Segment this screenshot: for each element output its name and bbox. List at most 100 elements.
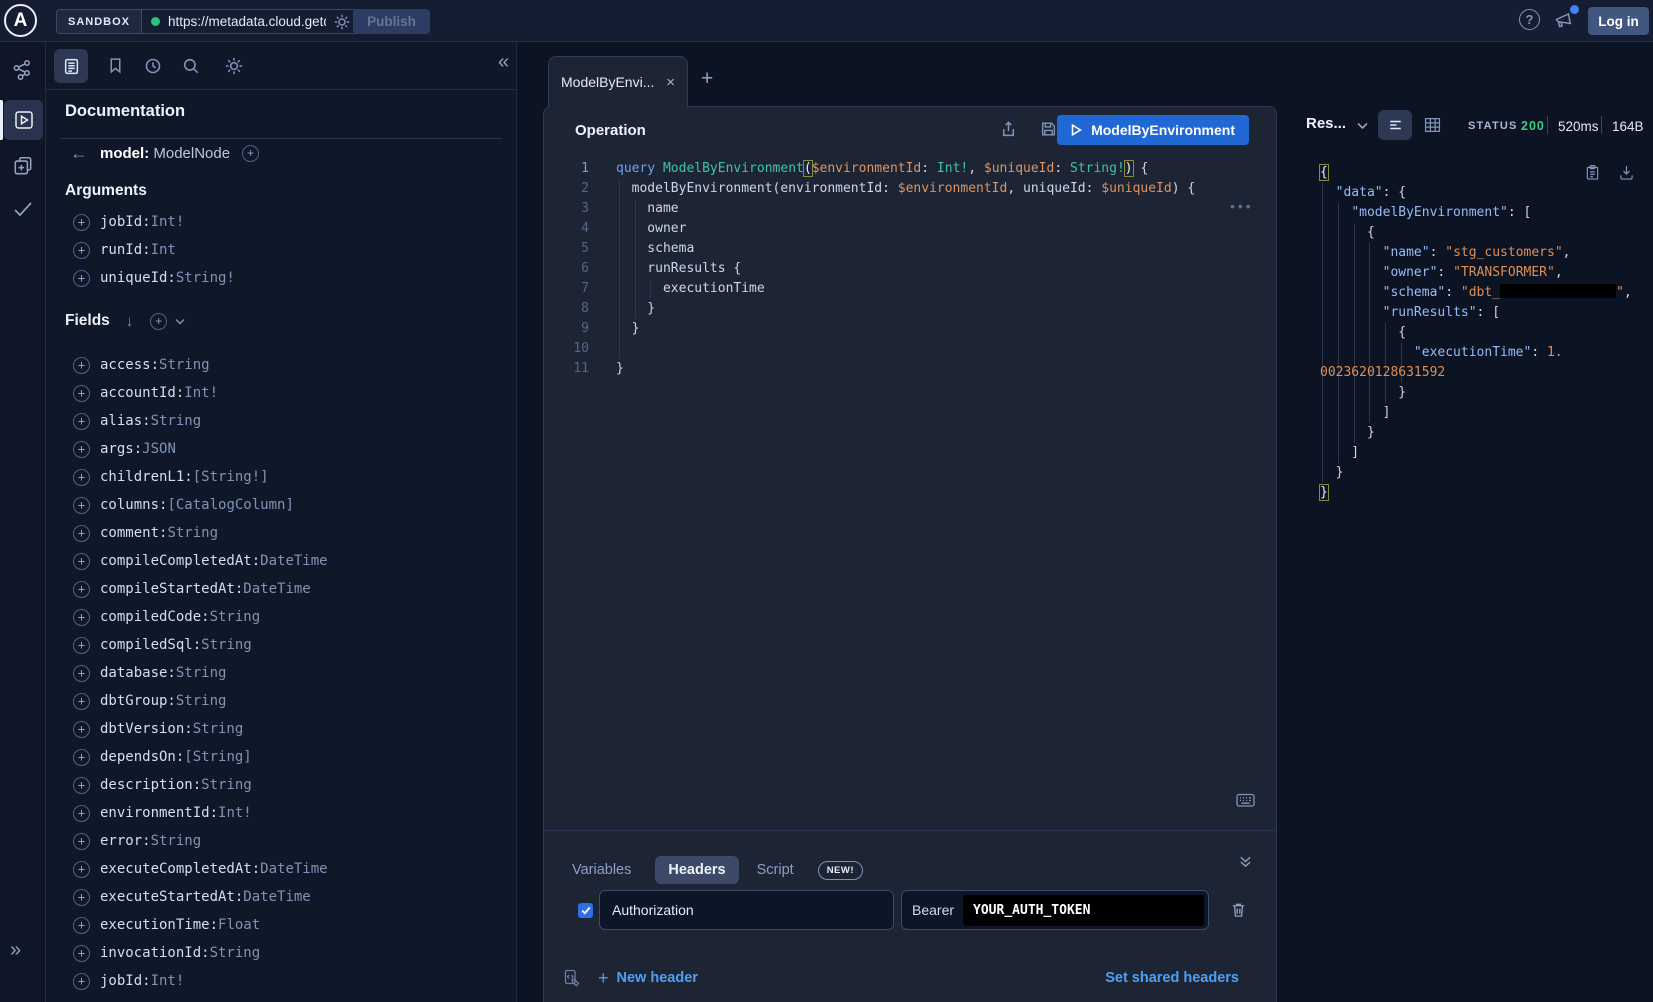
auth-token-value[interactable]: YOUR_AUTH_TOKEN bbox=[963, 895, 1204, 926]
doc-field-row[interactable]: +description: String bbox=[73, 771, 328, 799]
add-field-icon[interactable]: + bbox=[73, 749, 90, 766]
share-operation-icon[interactable] bbox=[1000, 120, 1017, 138]
add-field-icon[interactable]: + bbox=[73, 637, 90, 654]
sidebar-item-explorer[interactable] bbox=[4, 100, 43, 140]
doc-field-row[interactable]: +compileCompletedAt: DateTime bbox=[73, 547, 328, 575]
header-value-input[interactable]: Bearer YOUR_AUTH_TOKEN bbox=[901, 890, 1209, 930]
doc-field-row[interactable]: +executeStartedAt: DateTime bbox=[73, 883, 328, 911]
add-field-icon[interactable]: + bbox=[73, 777, 90, 794]
docs-settings-gear-icon[interactable] bbox=[225, 57, 243, 75]
preflight-script-icon[interactable] bbox=[564, 969, 581, 987]
add-all-fields-icon[interactable]: + bbox=[150, 313, 167, 330]
field-type[interactable]: String bbox=[151, 413, 202, 429]
doc-field-row[interactable]: +environmentId: Int! bbox=[73, 799, 328, 827]
operation-editor[interactable]: query ModelByEnvironment($environmentId:… bbox=[616, 159, 1195, 379]
add-field-icon[interactable]: + bbox=[73, 889, 90, 906]
publish-button[interactable]: Publish bbox=[353, 9, 430, 34]
doc-field-row[interactable]: +dependsOn: [String] bbox=[73, 743, 328, 771]
add-field-icon[interactable]: + bbox=[73, 270, 90, 287]
field-type[interactable]: DateTime bbox=[243, 889, 310, 905]
search-icon[interactable] bbox=[182, 57, 200, 75]
field-type[interactable]: String bbox=[201, 637, 252, 653]
doc-field-row[interactable]: +invocationId: String bbox=[73, 939, 328, 967]
help-icon[interactable]: ? bbox=[1519, 9, 1540, 30]
field-type[interactable]: DateTime bbox=[243, 581, 310, 597]
doc-field-row[interactable]: +childrenL1: [String!] bbox=[73, 463, 328, 491]
docs-tab-documentation-icon[interactable] bbox=[54, 49, 88, 83]
add-field-icon[interactable]: + bbox=[73, 214, 90, 231]
add-type-icon[interactable]: + bbox=[242, 145, 259, 162]
add-field-icon[interactable]: + bbox=[73, 242, 90, 259]
field-type[interactable]: String bbox=[151, 833, 202, 849]
new-header-button[interactable]: + New header bbox=[598, 968, 698, 989]
add-field-icon[interactable]: + bbox=[73, 805, 90, 822]
add-field-icon[interactable]: + bbox=[73, 693, 90, 710]
add-field-icon[interactable]: + bbox=[73, 413, 90, 430]
new-tab-icon[interactable]: + bbox=[701, 68, 713, 89]
field-type[interactable]: String bbox=[193, 721, 244, 737]
field-type[interactable]: String bbox=[210, 609, 261, 625]
doc-field-row[interactable]: +error: String bbox=[73, 827, 328, 855]
header-key-input[interactable]: Authorization bbox=[599, 890, 894, 930]
doc-field-row[interactable]: +runId: Int bbox=[73, 236, 235, 264]
run-operation-button[interactable]: ModelByEnvironment bbox=[1057, 115, 1249, 145]
field-type[interactable]: DateTime bbox=[260, 553, 327, 569]
add-field-icon[interactable]: + bbox=[73, 721, 90, 738]
doc-field-row[interactable]: +compiledCode: String bbox=[73, 603, 328, 631]
apollo-logo-icon[interactable]: A bbox=[4, 4, 37, 37]
doc-field-row[interactable]: +accountId: Int! bbox=[73, 379, 328, 407]
type-name-link[interactable]: ModelNode bbox=[153, 145, 230, 162]
endpoint-url-cell[interactable]: https://metadata.cloud.getd bbox=[142, 10, 363, 33]
set-shared-headers-button[interactable]: Set shared headers bbox=[1105, 970, 1239, 986]
add-field-icon[interactable]: + bbox=[73, 917, 90, 934]
doc-field-row[interactable]: +database: String bbox=[73, 659, 328, 687]
doc-field-row[interactable]: +args: JSON bbox=[73, 435, 328, 463]
doc-field-row[interactable]: +dbtGroup: String bbox=[73, 687, 328, 715]
field-type[interactable]: Int! bbox=[151, 214, 185, 230]
add-field-icon[interactable]: + bbox=[73, 525, 90, 542]
sort-fields-icon[interactable]: ↓ bbox=[126, 313, 134, 330]
doc-field-row[interactable]: +jobId: Int! bbox=[73, 967, 328, 995]
view-table-toggle[interactable] bbox=[1424, 117, 1441, 133]
endpoint-url-input[interactable]: https://metadata.cloud.getd bbox=[168, 14, 326, 29]
add-field-icon[interactable]: + bbox=[73, 833, 90, 850]
add-field-icon[interactable]: + bbox=[73, 385, 90, 402]
field-type[interactable]: String bbox=[201, 777, 252, 793]
add-field-icon[interactable]: + bbox=[73, 497, 90, 514]
field-type[interactable]: [CatalogColumn] bbox=[167, 497, 293, 513]
field-type[interactable]: String! bbox=[176, 270, 235, 286]
field-type[interactable]: Float bbox=[218, 917, 260, 933]
close-tab-icon[interactable]: × bbox=[666, 75, 675, 90]
response-dropdown-chevron-icon[interactable] bbox=[1357, 122, 1368, 130]
keyboard-shortcuts-icon[interactable] bbox=[1236, 793, 1255, 808]
history-icon[interactable] bbox=[144, 57, 162, 75]
doc-field-row[interactable]: +compiledSql: String bbox=[73, 631, 328, 659]
add-field-icon[interactable]: + bbox=[73, 609, 90, 626]
header-enabled-checkbox[interactable] bbox=[578, 903, 593, 918]
doc-field-row[interactable]: +columns: [CatalogColumn] bbox=[73, 491, 328, 519]
doc-field-row[interactable]: +executionTime: Float bbox=[73, 911, 328, 939]
doc-field-row[interactable]: +compileStartedAt: DateTime bbox=[73, 575, 328, 603]
collapse-docs-icon[interactable]: « bbox=[498, 51, 509, 74]
add-field-icon[interactable]: + bbox=[73, 861, 90, 878]
add-field-icon[interactable]: + bbox=[73, 553, 90, 570]
doc-field-row[interactable]: +dbtVersion: String bbox=[73, 715, 328, 743]
doc-field-row[interactable]: +comment: String bbox=[73, 519, 328, 547]
field-type[interactable]: String bbox=[176, 693, 227, 709]
save-operation-icon[interactable] bbox=[1040, 120, 1057, 138]
doc-field-row[interactable]: +alias: String bbox=[73, 407, 328, 435]
back-icon[interactable]: ← bbox=[70, 144, 88, 162]
response-json[interactable]: { "data": { "modelByEnvironment": [ { "n… bbox=[1320, 163, 1632, 503]
doc-field-row[interactable]: +executeCompletedAt: DateTime bbox=[73, 855, 328, 883]
field-type[interactable]: String bbox=[176, 665, 227, 681]
sidebar-item-checks[interactable] bbox=[11, 197, 35, 221]
field-type[interactable]: Int bbox=[151, 242, 176, 258]
login-button[interactable]: Log in bbox=[1588, 7, 1649, 35]
add-field-icon[interactable]: + bbox=[73, 441, 90, 458]
add-field-icon[interactable]: + bbox=[73, 357, 90, 374]
collapse-subpanel-icon[interactable] bbox=[1238, 854, 1253, 869]
field-type[interactable]: JSON bbox=[142, 441, 176, 457]
sidebar-item-collections[interactable] bbox=[12, 155, 34, 177]
doc-field-row[interactable]: +uniqueId: String! bbox=[73, 264, 235, 292]
tab-headers[interactable]: Headers bbox=[655, 856, 738, 884]
